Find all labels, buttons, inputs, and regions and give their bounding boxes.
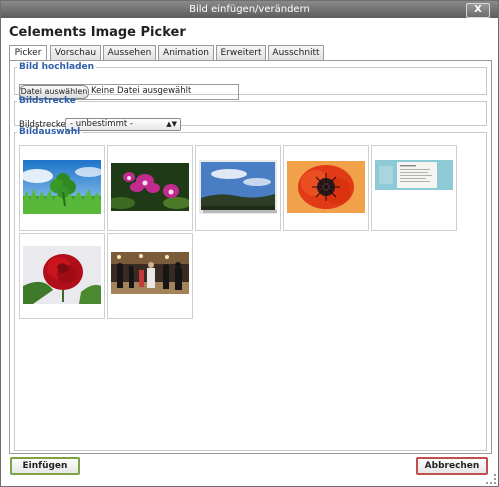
image-thumb-orchid[interactable] [107, 145, 193, 231]
image-dialog: Bild einfügen/verändern X Celements Imag… [0, 0, 499, 487]
upload-legend: Bild hochladen [19, 62, 95, 72]
party-image [111, 252, 189, 294]
rose-image [23, 246, 101, 304]
tab-aussehen[interactable]: Aussehen [103, 45, 156, 60]
tab-erweitert[interactable]: Erweitert [216, 45, 266, 60]
gallery-legend: Bildstrecke [19, 96, 76, 106]
upload-fieldset: Bild hochladen Datei auswählen Keine Dat… [14, 62, 487, 100]
picker-panel: Bild hochladen Datei auswählen Keine Dat… [9, 60, 492, 454]
close-button[interactable]: X [466, 3, 490, 18]
image-thumb-clover[interactable] [19, 145, 105, 231]
orchid-image [111, 163, 189, 211]
image-thumb-document[interactable] [371, 145, 457, 231]
image-thumb-poppy[interactable] [283, 145, 369, 231]
tab-vorschau[interactable]: Vorschau [50, 45, 101, 60]
image-thumb-rose[interactable] [19, 233, 105, 319]
cancel-button[interactable]: Abbrechen [416, 457, 488, 475]
image-thumb-landscape[interactable] [195, 145, 281, 231]
image-selection-legend: Bildauswahl [19, 127, 81, 137]
tab-ausschnitt[interactable]: Ausschnitt [268, 45, 324, 60]
gallery-fieldset: Bildstrecke Bildstrecke - unbestimmt - ▲… [14, 96, 487, 131]
insert-button[interactable]: Einfügen [10, 457, 80, 475]
tab-animation[interactable]: Animation [158, 45, 214, 60]
document-image [375, 160, 453, 190]
image-thumb-party[interactable] [107, 233, 193, 319]
poppy-image [287, 161, 365, 213]
landscape-image [199, 160, 277, 214]
tab-picker[interactable]: Picker [9, 45, 47, 61]
image-selection-fieldset: Bildauswahl [14, 127, 487, 451]
dialog-title: Bild einfügen/verändern [189, 4, 310, 15]
dialog-titlebar[interactable]: Bild einfügen/verändern X [1, 1, 498, 18]
resize-grip-icon[interactable] [486, 474, 496, 484]
clover-image [23, 160, 101, 214]
app-title: Celements Image Picker [9, 25, 186, 40]
